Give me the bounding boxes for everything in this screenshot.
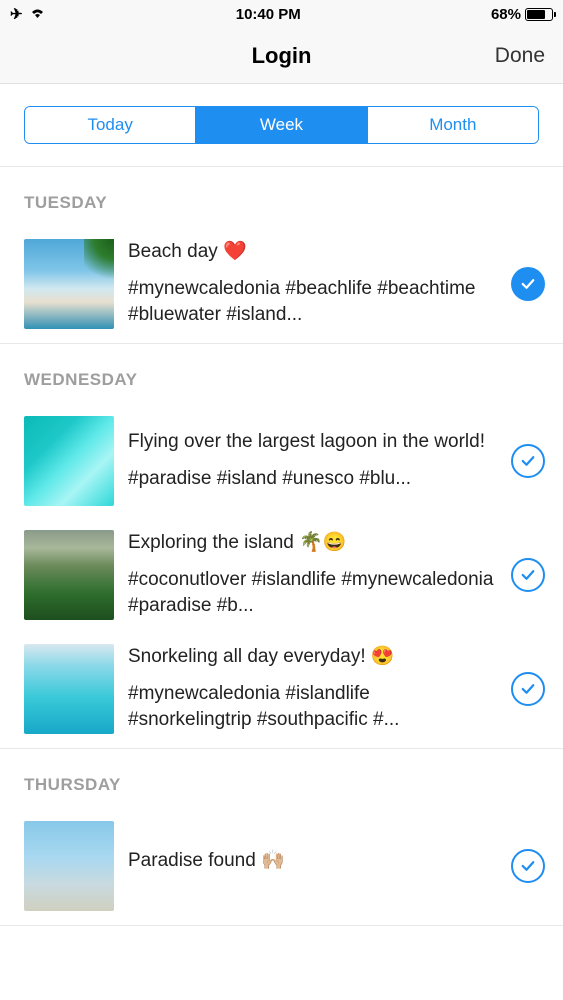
post-thumbnail[interactable]	[24, 530, 114, 620]
section-header: THURSDAY	[0, 749, 563, 811]
post-text: Paradise found 🙌🏼	[128, 848, 497, 885]
segment-wrapper: Today Week Month	[0, 84, 563, 167]
post-thumbnail[interactable]	[24, 239, 114, 329]
battery-percent: 68%	[491, 6, 521, 23]
post-text: Beach day ❤️ #mynewcaledonia #beachlife #…	[128, 239, 497, 329]
post-thumbnail[interactable]	[24, 416, 114, 506]
battery-icon	[525, 8, 553, 21]
post-hashtags: #paradise #island #unesco #blu...	[128, 466, 497, 493]
done-button[interactable]: Done	[495, 44, 545, 68]
post-caption: Beach day ❤️	[128, 239, 497, 266]
section: TUESDAY Beach day ❤️ #mynewcaledonia #beac…	[0, 167, 563, 344]
post-row[interactable]: Beach day ❤️ #mynewcaledonia #beachlife #…	[0, 229, 563, 343]
post-caption: Flying over the largest lagoon in the wo…	[128, 429, 497, 456]
section: WEDNESDAY Flying over the largest lagoon …	[0, 344, 563, 749]
page-title: Login	[252, 43, 312, 69]
status-bar: ✈︎ 10:40 PM 68%	[0, 0, 563, 28]
check-icon[interactable]	[511, 444, 545, 478]
post-row[interactable]: Flying over the largest lagoon in the wo…	[0, 406, 563, 520]
airplane-mode-icon: ✈︎	[10, 5, 23, 23]
segment-week[interactable]: Week	[196, 107, 367, 143]
post-hashtags: #coconutlover #islandlife #mynewcaledoni…	[128, 567, 497, 620]
post-caption: Exploring the island 🌴😄	[128, 530, 497, 557]
post-caption: Snorkeling all day everyday! 😍	[128, 644, 497, 671]
post-text: Flying over the largest lagoon in the wo…	[128, 429, 497, 492]
status-left: ✈︎	[10, 5, 46, 23]
check-icon[interactable]	[511, 558, 545, 592]
post-row[interactable]: Paradise found 🙌🏼	[0, 811, 563, 925]
post-text: Snorkeling all day everyday! 😍 #mynewcale…	[128, 644, 497, 734]
post-hashtags: #mynewcaledonia #islandlife #snorkelingt…	[128, 681, 497, 734]
check-icon[interactable]	[511, 672, 545, 706]
post-row[interactable]: Exploring the island 🌴😄 #coconutlover #is…	[0, 520, 563, 634]
check-icon[interactable]	[511, 849, 545, 883]
segment-month[interactable]: Month	[368, 107, 538, 143]
post-thumbnail[interactable]	[24, 644, 114, 734]
feed-list[interactable]: TUESDAY Beach day ❤️ #mynewcaledonia #beac…	[0, 167, 563, 926]
status-time: 10:40 PM	[236, 6, 301, 23]
section-header: WEDNESDAY	[0, 344, 563, 406]
post-hashtags: #mynewcaledonia #beachlife #beachtime #b…	[128, 276, 497, 329]
post-row[interactable]: Snorkeling all day everyday! 😍 #mynewcale…	[0, 634, 563, 748]
segment-today[interactable]: Today	[25, 107, 196, 143]
post-caption: Paradise found 🙌🏼	[128, 848, 497, 875]
post-thumbnail[interactable]	[24, 821, 114, 911]
check-icon[interactable]	[511, 267, 545, 301]
section-header: TUESDAY	[0, 167, 563, 229]
status-right: 68%	[491, 6, 553, 23]
section: THURSDAY Paradise found 🙌🏼	[0, 749, 563, 926]
post-text: Exploring the island 🌴😄 #coconutlover #is…	[128, 530, 497, 620]
wifi-icon	[29, 6, 46, 23]
nav-bar: Login Done	[0, 28, 563, 84]
segmented-control: Today Week Month	[24, 106, 539, 144]
